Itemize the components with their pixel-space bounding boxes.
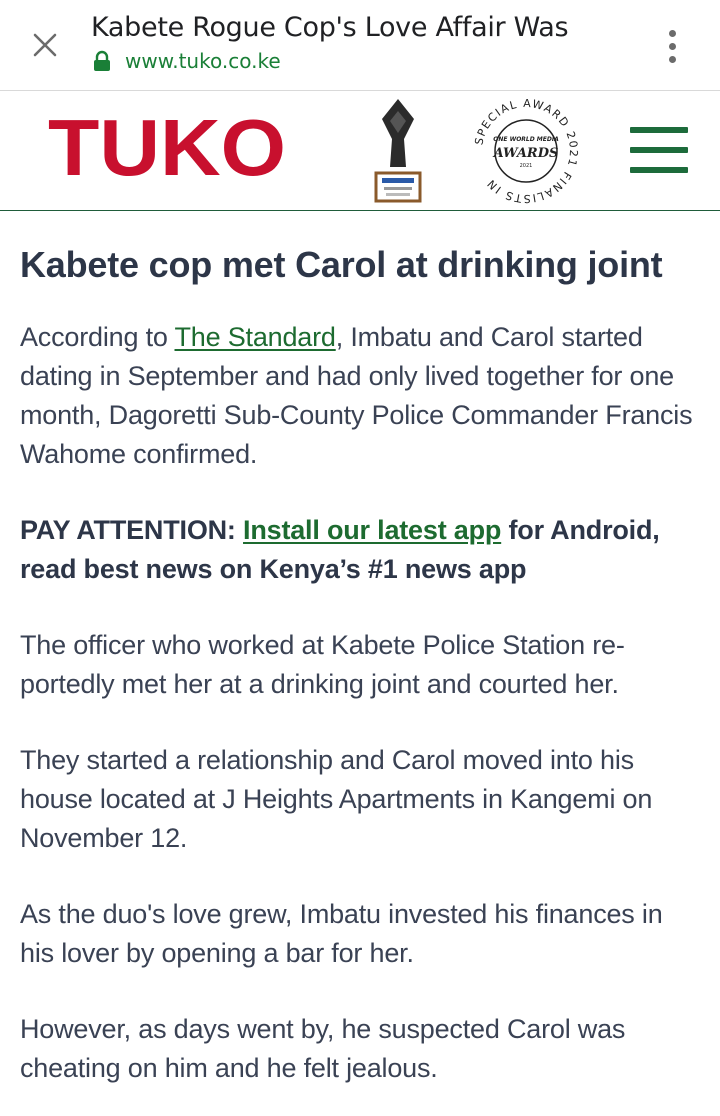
more-options-button[interactable]	[654, 25, 690, 67]
svg-text:2021: 2021	[520, 163, 533, 169]
paragraph: As the duo's love grew, Imbatu invested …	[20, 899, 663, 968]
more-vert-icon	[668, 29, 676, 37]
article-subheading: Kabete cop met Carol at drinking joint	[20, 244, 663, 285]
install-app-link[interactable]: Install our latest app	[243, 515, 501, 545]
paragraph: However, as days went by, he suspected C…	[20, 1014, 626, 1083]
the-standard-link[interactable]: The Standard	[175, 322, 336, 352]
tuko-logo[interactable]: TUKO	[48, 113, 288, 181]
svg-text:AWARDS: AWARDS	[492, 146, 559, 161]
close-icon	[33, 33, 57, 57]
paragraph: They started a relationship and Carol mo…	[20, 745, 653, 853]
promo-paragraph: PAY ATTENTION: Install our latest app fo…	[20, 515, 660, 584]
svg-text:ONE WORLD MEDIA: ONE WORLD MEDIA	[493, 136, 559, 143]
trophy-icon	[374, 99, 422, 203]
lock-icon	[94, 50, 110, 71]
url-text: www.tuko.co.ke	[125, 49, 281, 73]
paragraph: According to The Standard, Imbatu and Ca…	[20, 322, 693, 469]
award-badge: SPECIAL AWARD 2021 FINALISTS IN ONE WORL…	[472, 97, 578, 205]
site-header: TUKO SPECIAL AWARD 2021 FINALISTS IN ONE…	[0, 91, 720, 211]
paragraph: The officer who worked at Kabete Police …	[20, 630, 625, 699]
hamburger-icon	[630, 127, 688, 133]
article-body: Kabete cop met Carol at drinking joint A…	[20, 211, 700, 1088]
close-tab-button[interactable]	[24, 24, 66, 66]
site-menu-button[interactable]	[630, 127, 688, 173]
custom-tab-toolbar: Kabete Rogue Cop's Love Affair Was www.t…	[0, 0, 720, 91]
url-row[interactable]: www.tuko.co.ke	[91, 48, 281, 74]
svg-text:TUKO: TUKO	[48, 113, 286, 181]
page-title: Kabete Rogue Cop's Love Affair Was	[91, 12, 569, 43]
